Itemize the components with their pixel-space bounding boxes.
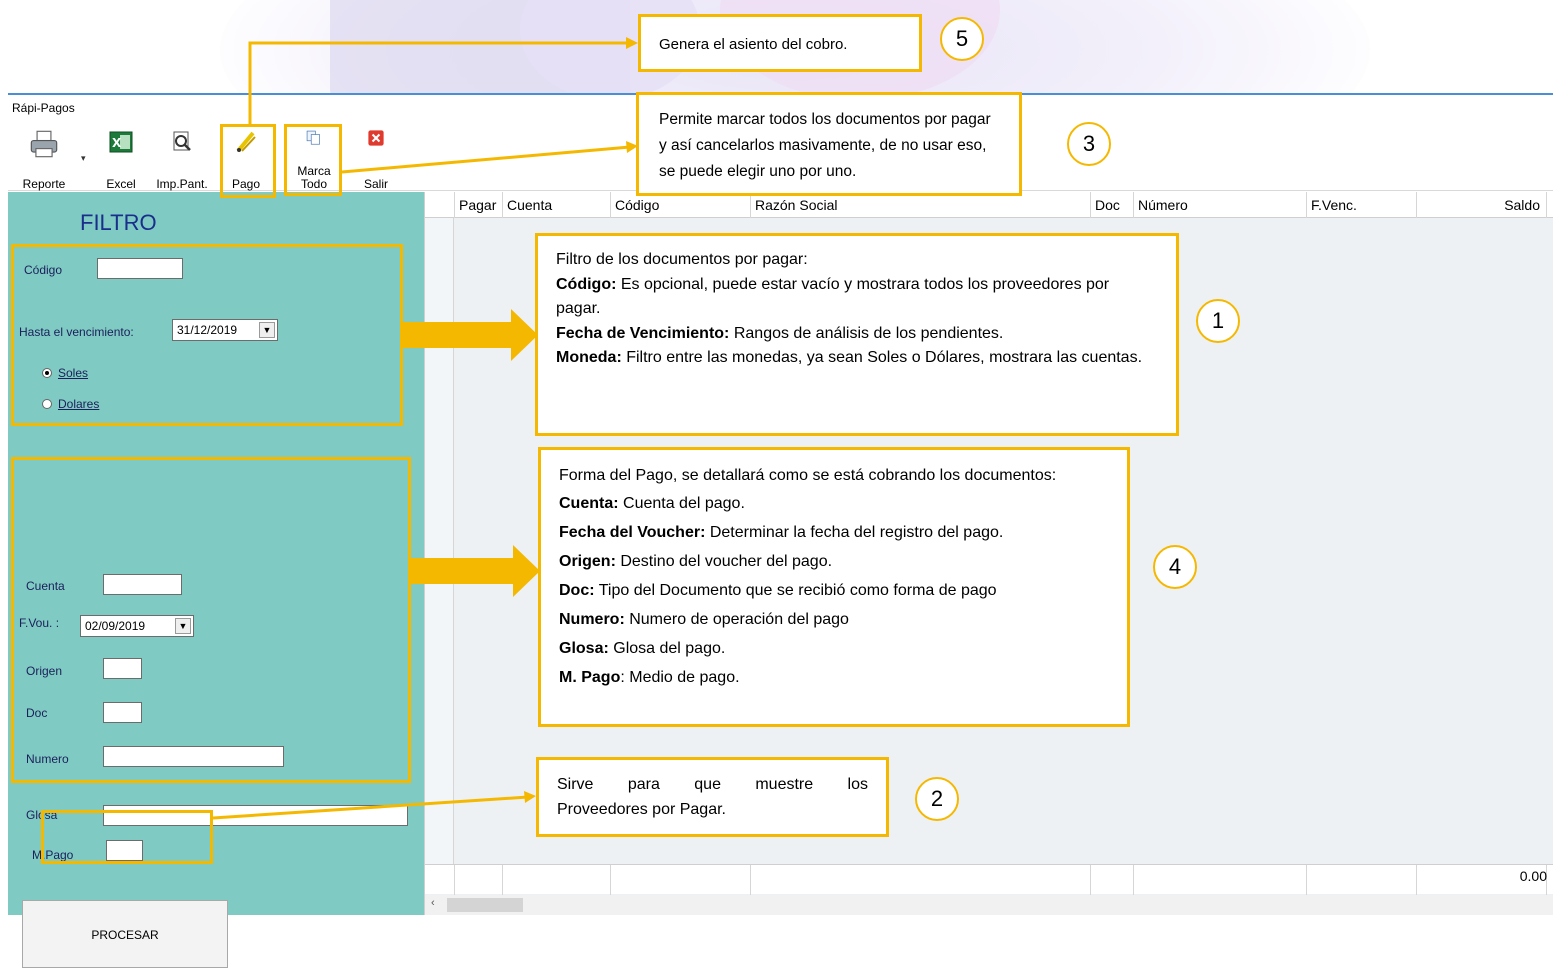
callout-4-doc: Doc: Tipo del Documento que se recibió c… bbox=[559, 576, 1109, 605]
col-extra[interactable] bbox=[1546, 192, 1553, 218]
reporte-label: Reporte bbox=[22, 177, 66, 191]
print-preview-icon bbox=[173, 131, 191, 151]
footer-cell bbox=[502, 865, 503, 895]
col-cuenta[interactable]: Cuenta bbox=[502, 192, 610, 218]
filter-highlight bbox=[11, 244, 403, 426]
callout-4-origen: Origen: Destino del voucher del pago. bbox=[559, 547, 1109, 576]
pago-highlight bbox=[220, 124, 276, 198]
imp-pant-label: Imp.Pant. bbox=[156, 177, 208, 191]
footer-cell bbox=[610, 865, 611, 895]
footer-cell bbox=[1090, 865, 1091, 895]
col-saldo[interactable]: Saldo bbox=[1416, 192, 1546, 218]
callout-4-glosa-text: Glosa del pago. bbox=[608, 640, 726, 657]
printer-icon bbox=[30, 130, 58, 158]
callout-4-mpago: M. Pago: Medio de pago. bbox=[559, 663, 1109, 692]
excel-label: Excel bbox=[106, 177, 136, 191]
footer-cell bbox=[1416, 865, 1417, 895]
procesar-highlight bbox=[41, 810, 213, 864]
footer-cell bbox=[1306, 865, 1307, 895]
callout-4-numero: Numero: Numero de operación del pago bbox=[559, 605, 1109, 634]
callout-4-glosa-label: Glosa: bbox=[559, 640, 609, 657]
callout-4-origen-label: Origen: bbox=[559, 553, 616, 570]
callout-1-fecha-label: Fecha de Vencimiento: bbox=[556, 324, 730, 342]
horizontal-scrollbar[interactable]: ‹ bbox=[425, 895, 1553, 915]
callout-4-cuenta-label: Cuenta: bbox=[559, 495, 619, 512]
callout-4-number: 4 bbox=[1153, 545, 1197, 589]
callout-4-mpago-label: M. Pago bbox=[559, 669, 621, 686]
grid-footer bbox=[425, 864, 1553, 895]
callout-4-intro: Forma del Pago, se detallará como se est… bbox=[559, 467, 1057, 484]
excel-icon: X bbox=[109, 131, 133, 153]
filtro-title: FILTRO bbox=[80, 210, 157, 235]
saldo-total: 0.00 bbox=[1519, 868, 1547, 884]
callout-4-fecha: Fecha del Voucher: Determinar la fecha d… bbox=[559, 518, 1109, 547]
callout-4-numero-text: Numero de operación del pago bbox=[624, 611, 849, 628]
reporte-dropdown-arrow-icon[interactable]: ▾ bbox=[81, 153, 86, 164]
callout-1-moneda-text: Filtro entre las monedas, ya sean Soles … bbox=[621, 349, 1143, 366]
callout-2-text-2: Proveedores por Pagar. bbox=[557, 800, 726, 818]
callout-4: Forma del Pago, se detallará como se est… bbox=[538, 447, 1130, 727]
callout-1-moneda-label: Moneda: bbox=[556, 349, 622, 366]
marca-todo-highlight bbox=[284, 124, 342, 196]
callout-4-fecha-text: Determinar la fecha del registro del pag… bbox=[705, 524, 1004, 541]
callout-1-moneda: Moneda: Filtro entre las monedas, ya sea… bbox=[556, 346, 1158, 371]
salir-button[interactable]: Salir bbox=[354, 125, 398, 191]
footer-cell bbox=[454, 865, 455, 895]
callout-2: Sirve para que muestre los Proveedores p… bbox=[536, 757, 889, 837]
callout-2-number: 2 bbox=[915, 777, 959, 821]
callout-1-codigo-text: Es opcional, puede estar vacío y mostrar… bbox=[556, 275, 1110, 318]
reporte-button[interactable]: Reporte bbox=[12, 125, 76, 191]
callout-4-numero-label: Numero: bbox=[559, 611, 625, 628]
col-pagar[interactable]: Pagar bbox=[454, 192, 502, 218]
callout-5-number: 5 bbox=[940, 17, 984, 61]
callout-5: Genera el asiento del cobro. bbox=[638, 14, 922, 72]
payment-highlight bbox=[11, 457, 411, 783]
callout-2-text-1: Sirve para que muestre los bbox=[557, 773, 868, 798]
callout-1-codigo-label: Código: bbox=[556, 275, 617, 293]
procesar-button[interactable]: PROCESAR bbox=[22, 900, 228, 968]
footer-cell bbox=[750, 865, 751, 895]
callout-4-cuenta-text: Cuenta del pago. bbox=[618, 495, 745, 512]
callout-1: Filtro de los documentos por pagar: Códi… bbox=[535, 233, 1179, 436]
scrollbar-thumb[interactable] bbox=[447, 898, 523, 912]
imp-pant-button[interactable]: Imp.Pant. bbox=[150, 125, 214, 191]
col-numero[interactable]: Número bbox=[1133, 192, 1306, 218]
callout-4-doc-text: Tipo del Documento que se recibió como f… bbox=[594, 582, 997, 599]
callout-1-codigo: Código: Es opcional, puede estar vacío y… bbox=[556, 273, 1158, 322]
svg-text:X: X bbox=[112, 136, 122, 150]
footer-cell bbox=[1133, 865, 1134, 895]
callout-4-mpago-text: : Medio de pago. bbox=[620, 669, 740, 686]
callout-1-intro: Filtro de los documentos por pagar: bbox=[556, 251, 808, 268]
grid-row-header bbox=[425, 218, 454, 890]
callout-1-fecha-text: Rangos de análisis de los pendientes. bbox=[729, 324, 1004, 342]
callout-1-fecha: Fecha de Vencimiento: Rangos de análisis… bbox=[556, 322, 1158, 347]
col-doc[interactable]: Doc bbox=[1090, 192, 1133, 218]
salir-label: Salir bbox=[363, 177, 388, 191]
col-fvenc[interactable]: F.Venc. bbox=[1306, 192, 1416, 218]
excel-button[interactable]: X Excel bbox=[96, 125, 146, 191]
close-icon bbox=[368, 130, 384, 146]
callout-3-number: 3 bbox=[1067, 122, 1111, 166]
callout-2-line-1: Sirve para que muestre los bbox=[557, 776, 868, 793]
callout-5-text: Genera el asiento del cobro. bbox=[659, 36, 848, 53]
callout-1-number: 1 bbox=[1196, 299, 1240, 343]
callout-4-glosa: Glosa: Glosa del pago. bbox=[559, 634, 1109, 663]
callout-3: Permite marcar todos los documentos por … bbox=[636, 92, 1022, 196]
callout-4-doc-label: Doc: bbox=[559, 582, 595, 599]
callout-4-cuenta: Cuenta: Cuenta del pago. bbox=[559, 489, 1109, 518]
callout-4-origen-text: Destino del voucher del pago. bbox=[615, 553, 833, 570]
callout-4-fecha-label: Fecha del Voucher: bbox=[559, 524, 706, 541]
scroll-left-icon[interactable]: ‹ bbox=[431, 897, 435, 909]
callout-3-text: Permite marcar todos los documentos por … bbox=[659, 111, 991, 180]
